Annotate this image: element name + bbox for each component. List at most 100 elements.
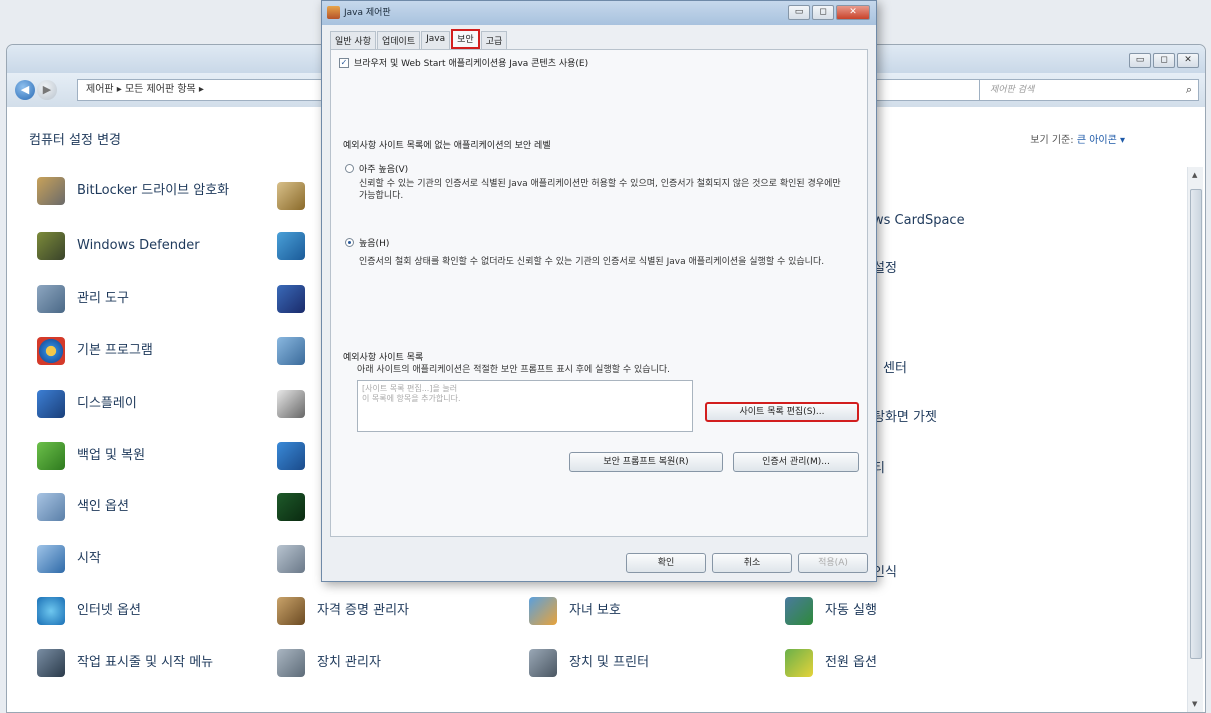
apply-button[interactable]: 적용(A) xyxy=(798,553,868,573)
item-label: 색인 옵션 xyxy=(77,499,129,514)
item-display[interactable]: 디스플레이 xyxy=(37,390,137,418)
edit-site-list-button[interactable]: 사이트 목록 편집(S)... xyxy=(705,402,859,422)
item-col4-center[interactable]: 센터 xyxy=(883,355,907,378)
item-admin-tools[interactable]: 관리 도구 xyxy=(37,285,129,313)
restore-security-prompts-button[interactable]: 보안 프롬프트 복원(R) xyxy=(569,452,723,472)
performance-icon xyxy=(277,493,305,521)
search-input[interactable]: 제어판 검색 ⌕ xyxy=(979,79,1199,101)
radio-high[interactable]: 높음(H) xyxy=(345,236,389,249)
autoplay-icon xyxy=(785,597,813,625)
vertical-scrollbar[interactable]: ▲ ▼ xyxy=(1187,167,1203,712)
item-label: 관리 도구 xyxy=(77,291,129,306)
item-credential-manager[interactable]: 자격 증명 관리자 xyxy=(277,597,409,625)
item-col2-d[interactable] xyxy=(277,337,317,365)
item-label: 인터넷 옵션 xyxy=(77,603,141,618)
item-col2-b[interactable] xyxy=(277,232,317,260)
item-label: BitLocker 드라이브 암호화 xyxy=(77,183,230,198)
view-by-label: 보기 기준: xyxy=(1030,135,1074,146)
item-device-manager[interactable]: 장치 관리자 xyxy=(277,649,381,677)
back-button[interactable]: ◀ xyxy=(15,80,35,100)
scroll-up-icon[interactable]: ▲ xyxy=(1192,171,1197,179)
app-icon xyxy=(277,337,305,365)
item-col2-g[interactable] xyxy=(277,493,317,521)
radio-label: 아주 높음(V) xyxy=(359,165,409,175)
power-options-icon xyxy=(785,649,813,677)
tab-general[interactable]: 일반 사항 xyxy=(330,31,376,49)
item-bitlocker[interactable]: BitLocker 드라이브 암호화 xyxy=(37,177,257,205)
item-start[interactable]: 시작 xyxy=(37,545,101,573)
ok-button[interactable]: 확인 xyxy=(626,553,706,573)
list-placeholder-line: [사이트 목록 편집...]을 눌러 xyxy=(362,384,458,393)
printer-icon xyxy=(529,649,557,677)
forward-button[interactable]: ▶ xyxy=(37,80,57,100)
item-label: 자동 실행 xyxy=(825,603,877,618)
high-description: 인증서의 철회 상태를 확인할 수 없더라도 신뢰할 수 있는 기관의 인증서로… xyxy=(359,257,825,267)
item-label: Windows Defender xyxy=(77,238,200,253)
window-controls: ▭ ◻ ✕ xyxy=(1129,53,1199,68)
app-icon xyxy=(277,232,305,260)
security-tab-panel: ✓ 브라우저 및 Web Start 애플리케이션용 Java 콘텐츠 사용(E… xyxy=(330,49,868,537)
dialog-title: Java 제어판 xyxy=(344,8,391,18)
page-title: 컴퓨터 설정 변경 xyxy=(29,133,121,148)
credential-icon xyxy=(277,597,305,625)
tab-advanced[interactable]: 고급 xyxy=(480,31,508,49)
radio-icon[interactable] xyxy=(345,164,354,173)
breadcrumb[interactable]: 제어판 ▸ 모든 제어판 항목 ▸ xyxy=(86,84,204,95)
scroll-down-icon[interactable]: ▼ xyxy=(1192,700,1197,708)
radio-selected-icon[interactable] xyxy=(345,238,354,247)
item-label: 장치 관리자 xyxy=(317,655,381,670)
radio-very-high[interactable]: 아주 높음(V) xyxy=(345,162,408,175)
item-windows-defender[interactable]: Windows Defender xyxy=(37,232,200,260)
minimize-button[interactable]: ▭ xyxy=(1129,53,1151,68)
item-label: 기본 프로그램 xyxy=(77,343,153,358)
item-cardspace[interactable]: ws CardSpace xyxy=(873,207,965,230)
item-col2-e[interactable] xyxy=(277,390,317,418)
bitlocker-icon xyxy=(37,177,65,205)
item-indexing-options[interactable]: 색인 옵션 xyxy=(37,493,129,521)
item-label: ws CardSpace xyxy=(873,213,965,228)
item-label: 장치 및 프린터 xyxy=(569,655,650,670)
item-label: 작업 표시줄 및 시작 메뉴 xyxy=(77,655,214,670)
item-devices-printers[interactable]: 장치 및 프린터 xyxy=(529,649,649,677)
exception-site-list[interactable]: [사이트 목록 편집...]을 눌러 이 목록에 항목을 추가합니다. xyxy=(357,380,693,432)
item-backup-restore[interactable]: 백업 및 복원 xyxy=(37,442,145,470)
checkbox-label: 브라우저 및 Web Start 애플리케이션용 Java 콘텐츠 사용(E) xyxy=(354,59,589,69)
device-manager-icon xyxy=(277,649,305,677)
cancel-button[interactable]: 취소 xyxy=(712,553,792,573)
item-label: 자격 증명 관리자 xyxy=(317,603,409,618)
checkbox-check-icon[interactable]: ✓ xyxy=(339,57,349,68)
exception-list-description: 아래 사이트의 애플리케이션은 적절한 보안 프롬프트 표시 후에 실행할 수 … xyxy=(357,365,670,375)
minimize-button[interactable]: ▭ xyxy=(788,5,810,20)
item-col2-c[interactable] xyxy=(277,285,317,313)
default-programs-icon xyxy=(37,337,65,365)
item-label: 백업 및 복원 xyxy=(77,448,146,463)
view-by-dropdown[interactable]: 큰 아이콘 ▾ xyxy=(1077,135,1125,146)
backup-icon xyxy=(37,442,65,470)
item-power-options[interactable]: 전원 옵션 xyxy=(785,649,877,677)
maximize-button[interactable]: ◻ xyxy=(1153,53,1175,68)
scrollbar-thumb[interactable] xyxy=(1190,189,1202,659)
enable-java-checkbox[interactable]: ✓ 브라우저 및 Web Start 애플리케이션용 Java 콘텐츠 사용(E… xyxy=(339,56,588,69)
close-button[interactable]: ✕ xyxy=(1177,53,1199,68)
close-button[interactable]: ✕ xyxy=(836,5,870,20)
item-parental-controls[interactable]: 자녀 보호 xyxy=(529,597,621,625)
item-default-programs[interactable]: 기본 프로그램 xyxy=(37,337,153,365)
tab-update[interactable]: 업데이트 xyxy=(376,31,421,49)
item-autoplay[interactable]: 자동 실행 xyxy=(785,597,877,625)
manage-certificates-button[interactable]: 인증서 관리(M)... xyxy=(733,452,859,472)
item-col2-f[interactable] xyxy=(277,442,317,470)
item-internet-options[interactable]: 인터넷 옵션 xyxy=(37,597,141,625)
search-icon[interactable]: ⌕ xyxy=(1186,80,1192,100)
dialog-window-controls: ▭ ◻ ✕ xyxy=(788,5,870,20)
item-desktop-gadgets[interactable]: 탕화면 가젯 xyxy=(873,404,937,427)
item-label: 시작 xyxy=(77,551,101,566)
item-taskbar-start-menu[interactable]: 작업 표시줄 및 시작 메뉴 xyxy=(37,649,213,677)
search-placeholder: 제어판 검색 xyxy=(990,85,1035,95)
item-col2-java[interactable] xyxy=(277,182,317,210)
tab-security[interactable]: 보안 xyxy=(451,29,480,49)
admin-tools-icon xyxy=(37,285,65,313)
item-col2-h[interactable] xyxy=(277,545,317,573)
tab-java[interactable]: Java xyxy=(421,31,451,49)
keyboard-icon xyxy=(277,545,305,573)
maximize-button[interactable]: ◻ xyxy=(812,5,834,20)
